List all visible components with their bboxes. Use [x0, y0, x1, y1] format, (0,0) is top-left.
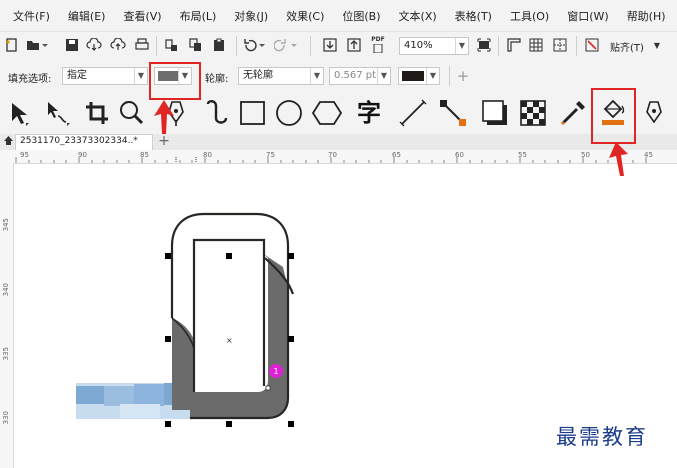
arrow-up-annotation: [154, 100, 174, 134]
ruler-tick-label: 340: [2, 283, 10, 297]
show-grid-icon[interactable]: [528, 38, 544, 57]
ellipse-tool-icon[interactable]: [272, 96, 306, 130]
menu-object[interactable]: 对象(J): [225, 8, 277, 24]
separator: [498, 36, 499, 56]
pick-tool-icon[interactable]: [2, 96, 36, 130]
outline-label: 轮廓:: [205, 74, 229, 85]
arrow-up-annotation: [609, 142, 628, 176]
pdf-label: PDF: [371, 36, 385, 43]
connector-tool-icon[interactable]: [436, 96, 470, 130]
zoom-tool-icon[interactable]: [114, 96, 148, 130]
menu-table[interactable]: 表格(T): [446, 8, 501, 24]
undo-icon[interactable]: [242, 38, 268, 57]
add-tab-icon[interactable]: +: [158, 134, 170, 149]
chevron-down-icon[interactable]: ▼: [310, 68, 323, 84]
cloud-download-icon[interactable]: [86, 37, 102, 57]
center-marker: ×: [226, 336, 233, 345]
cloud-upload-icon[interactable]: [110, 37, 126, 57]
drop-shadow-tool-icon[interactable]: [478, 96, 512, 130]
color-eyedropper-tool-icon[interactable]: [556, 96, 590, 130]
menu-layout[interactable]: 布局(L): [171, 8, 226, 24]
print-icon[interactable]: [134, 38, 150, 57]
snap-off-icon[interactable]: [584, 38, 600, 57]
outline-width-combo[interactable]: 0.567 pt ▼: [329, 67, 391, 85]
copy-icon[interactable]: [188, 38, 204, 57]
chevron-down-icon[interactable]: ▼: [455, 38, 468, 54]
polygon-tool-icon[interactable]: [310, 96, 344, 130]
smart-fill-pen-icon[interactable]: [638, 96, 672, 130]
menu-text[interactable]: 文本(X): [390, 8, 446, 24]
snap-to-menu[interactable]: 贴齐(T): [610, 39, 644, 54]
menu-help[interactable]: 帮助(H): [618, 8, 675, 24]
separator: [576, 36, 577, 56]
ruler-tick-label: 335: [2, 347, 10, 361]
text-tool-icon[interactable]: 字: [352, 96, 386, 130]
outline-width-value: 0.567 pt: [334, 70, 377, 81]
node-marker-label: 1: [273, 367, 278, 376]
ruler-tick-label: 345: [2, 218, 10, 232]
separator: [236, 36, 237, 56]
outline-color-swatch: [402, 71, 424, 81]
paste-icon[interactable]: [212, 38, 228, 57]
parallel-dimension-tool-icon[interactable]: [396, 96, 430, 130]
ruler-ticks: [15, 157, 647, 163]
chevron-down-icon[interactable]: ▼: [134, 68, 147, 84]
watermark-logo: 最需教育: [556, 425, 648, 449]
export-icon[interactable]: [346, 38, 362, 57]
home-icon[interactable]: [2, 135, 14, 151]
menu-window[interactable]: 窗口(W): [558, 8, 617, 24]
crop-tool-icon[interactable]: [80, 96, 114, 130]
cut-icon[interactable]: [164, 38, 180, 57]
separator: [310, 36, 311, 56]
outline-style-combo[interactable]: 无轮廓 ▼: [238, 67, 324, 85]
plus-icon[interactable]: +: [456, 68, 470, 84]
outline-color-picker[interactable]: ▼: [398, 67, 440, 85]
fill-options-label: 填充选项:: [8, 74, 52, 85]
inner-contour[interactable]: [192, 238, 266, 392]
outline-style-value: 无轮廓: [243, 70, 273, 81]
rectangle-tool-icon[interactable]: [236, 96, 270, 130]
interactive-fill-highlight-box: [591, 88, 636, 144]
ruler-tick-label: 330: [2, 411, 10, 425]
fill-options-combo[interactable]: 指定 ▼: [62, 67, 148, 85]
menu-view[interactable]: 查看(V): [114, 8, 170, 24]
save-icon[interactable]: [64, 38, 80, 57]
chevron-down-icon[interactable]: ▼: [426, 68, 439, 84]
chevron-down-icon[interactable]: ▼: [652, 38, 662, 54]
node-handle[interactable]: [265, 385, 271, 391]
publish-pdf-icon[interactable]: PDF: [370, 36, 386, 56]
full-screen-icon[interactable]: [476, 38, 492, 57]
redo-icon[interactable]: [273, 38, 300, 57]
horizontal-ruler: 95 90 85 80 75 70 65 60 55 50 45: [0, 150, 677, 164]
zoom-level-combo[interactable]: 410% ▼: [399, 37, 469, 55]
artistic-media-tool-icon[interactable]: [198, 96, 232, 130]
zoom-value: 410%: [404, 40, 433, 51]
show-guidelines-icon[interactable]: [552, 38, 568, 57]
separator: [156, 36, 157, 56]
fill-color-highlight-box: [149, 62, 201, 100]
separator: [449, 66, 450, 86]
import-icon[interactable]: [322, 38, 338, 57]
menu-effects[interactable]: 效果(C): [277, 8, 333, 24]
fill-options-value: 指定: [67, 70, 87, 81]
menu-bar: 文件(F) 编辑(E) 查看(V) 布局(L) 对象(J) 效果(C) 位图(B…: [0, 0, 677, 32]
document-tab[interactable]: 2531170_23373302334..*: [15, 134, 153, 150]
document-tab-title: 2531170_23373302334..*: [20, 136, 138, 146]
show-rulers-icon[interactable]: [506, 38, 522, 57]
menu-tools[interactable]: 工具(O): [501, 8, 558, 24]
open-folder-icon[interactable]: [26, 38, 48, 57]
menu-file[interactable]: 文件(F): [4, 8, 59, 24]
menu-edit[interactable]: 编辑(E): [59, 8, 115, 24]
transparency-tool-icon[interactable]: [516, 96, 550, 130]
chevron-down-icon[interactable]: ▼: [377, 68, 390, 84]
vertical-ruler: 345 340 335 330: [0, 163, 14, 468]
menu-bitmaps[interactable]: 位图(B): [333, 8, 389, 24]
shape-tool-icon[interactable]: [40, 96, 74, 130]
new-document-icon[interactable]: [4, 38, 20, 57]
